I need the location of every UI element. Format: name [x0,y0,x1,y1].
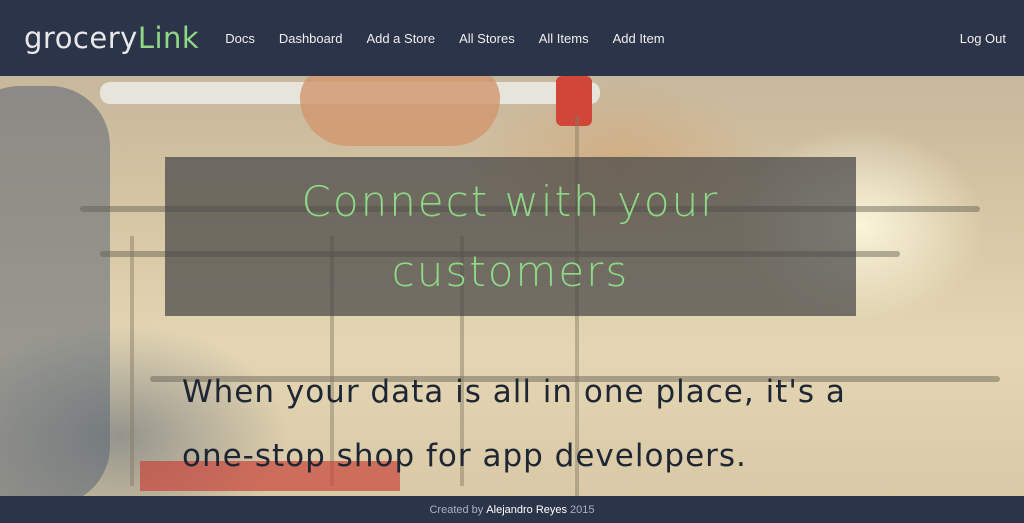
headline-box: Connect with your customers [165,157,856,316]
hero-background-cart-bar [130,236,134,486]
logout-link[interactable]: Log Out [960,31,1006,46]
nav-add-item[interactable]: Add Item [613,31,665,46]
nav-dashboard[interactable]: Dashboard [279,31,343,46]
top-navbar: groceryLink Docs Dashboard Add a Store A… [0,0,1024,76]
nav-all-items[interactable]: All Items [539,31,589,46]
nav-links: Docs Dashboard Add a Store All Stores Al… [225,31,688,46]
brand-part-link: Link [137,21,200,55]
nav-add-store[interactable]: Add a Store [366,31,435,46]
hero-background-handle-grip [556,76,592,126]
hero-subtext: When your data is all in one place, it's… [182,374,846,474]
footer-author: Alejandro Reyes [486,503,568,516]
hero-headline: Connect with your customers [301,176,720,296]
footer-prefix: Created by [429,503,484,516]
hero-background-person [0,86,110,496]
brand-logo[interactable]: groceryLink [24,21,199,55]
hero-background-hand [300,76,500,146]
brand-part-grocery: grocery [24,21,138,55]
nav-docs[interactable]: Docs [225,31,255,46]
footer: Created by Alejandro Reyes 2015 [0,496,1024,523]
footer-year: 2015 [570,503,595,516]
nav-all-stores[interactable]: All Stores [459,31,515,46]
